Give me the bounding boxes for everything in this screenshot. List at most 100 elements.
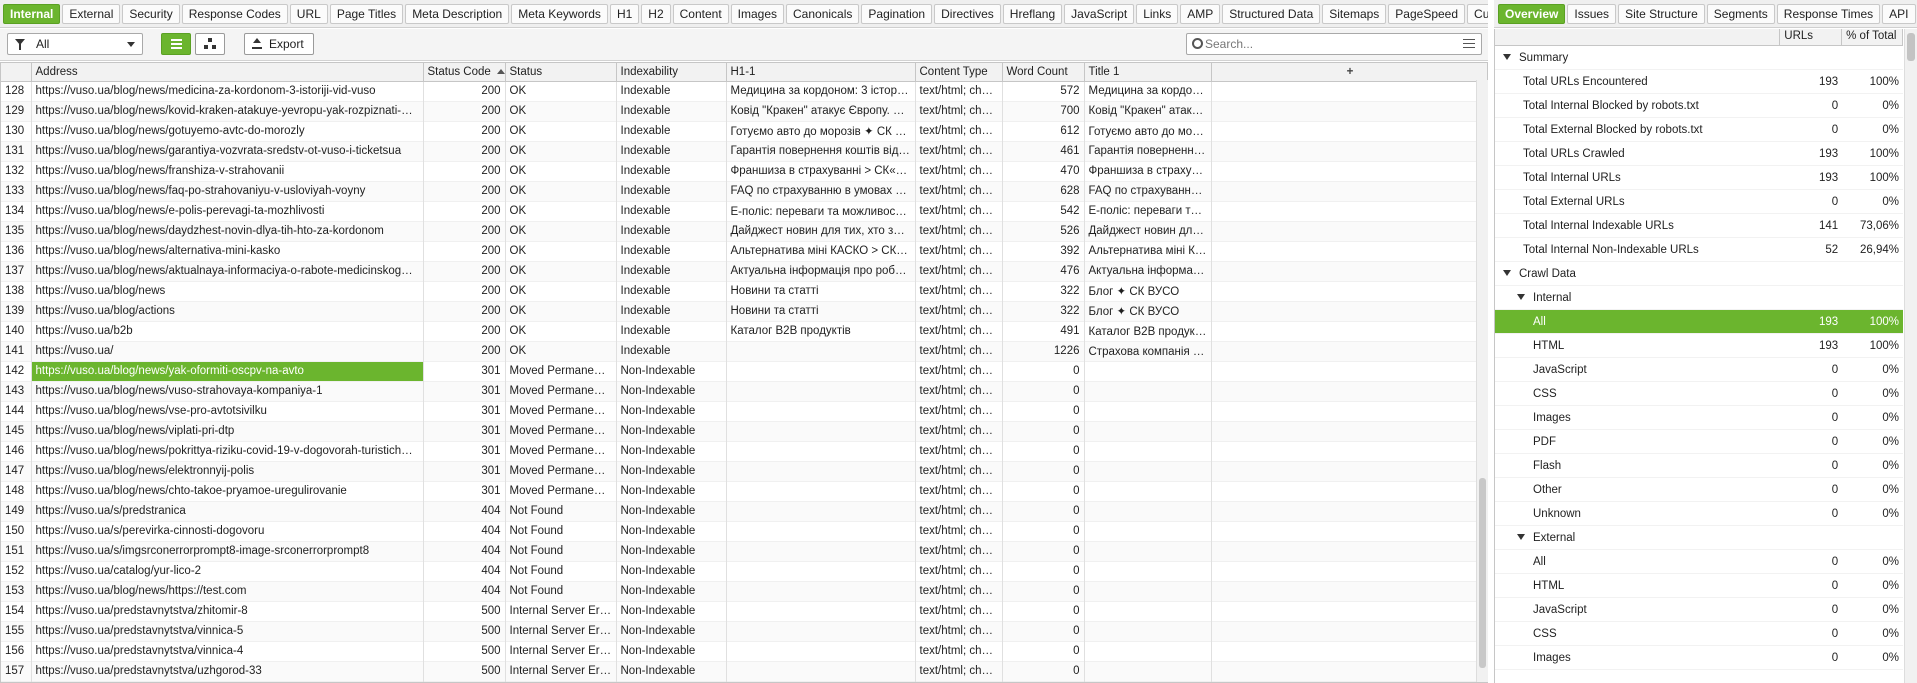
tab-16[interactable]: JavaScript xyxy=(1064,3,1135,24)
table-row[interactable]: 143 https://vuso.ua/blog/news/vuso-straho… xyxy=(1,381,1487,401)
overview-row[interactable]: Total Internal Non-Indexable URLs 52 26,94… xyxy=(1495,238,1903,262)
table-row[interactable]: 145 https://vuso.ua/blog/news/viplati-pri… xyxy=(1,421,1487,441)
table-row[interactable]: 141 https://vuso.ua/200 OK Indexable text/ht… xyxy=(1,341,1487,361)
table-row[interactable]: 148 https://vuso.ua/blog/news/chto-takoe-… xyxy=(1,481,1487,501)
table-row[interactable]: 156 https://vuso.ua/predstavnytstva/vinni… xyxy=(1,641,1487,661)
overview-row[interactable]: Total Internal URLs 193 100% xyxy=(1495,166,1903,190)
overview-row[interactable]: Flash 0 0% xyxy=(1495,454,1903,478)
overview-row[interactable]: Total External Blocked by robots.txt 0 0% xyxy=(1495,118,1903,142)
expand-caret-icon[interactable] xyxy=(1517,294,1525,301)
column-header-5[interactable]: H1-1 xyxy=(726,63,916,82)
overview-row[interactable]: All 0 0% xyxy=(1495,550,1903,574)
overview-row[interactable]: Summary xyxy=(1495,46,1903,70)
tab-13[interactable]: Pagination xyxy=(861,3,933,24)
column-header-0[interactable] xyxy=(1,63,32,82)
tab-0[interactable]: Internal xyxy=(3,3,61,24)
column-header-6[interactable]: Content Type xyxy=(915,63,1003,82)
tab-4[interactable]: URL xyxy=(289,3,328,24)
tab-18[interactable]: AMP xyxy=(1180,3,1221,24)
overview-row[interactable]: HTML 193 100% xyxy=(1495,334,1903,358)
tab-12[interactable]: Canonicals xyxy=(786,3,860,24)
table-row[interactable]: 154 https://vuso.ua/predstavnytstva/zhito… xyxy=(1,601,1487,621)
table-row[interactable]: 138 https://vuso.ua/blog/news 200 OK Indexab… xyxy=(1,281,1487,301)
export-button[interactable]: Export xyxy=(244,33,314,55)
table-row[interactable]: 152 https://vuso.ua/catalog/yur-lico-2 404… xyxy=(1,561,1487,581)
tab-19[interactable]: Structured Data xyxy=(1222,3,1321,24)
tab-6[interactable]: Meta Description xyxy=(405,3,510,24)
overview-row[interactable]: Images 0 0% xyxy=(1495,406,1903,430)
overview-row[interactable]: PDF 0 0% xyxy=(1495,430,1903,454)
expand-caret-icon[interactable] xyxy=(1503,270,1511,277)
tab-9[interactable]: H2 xyxy=(641,3,671,24)
tab-10[interactable]: Content xyxy=(672,3,729,24)
table-row[interactable]: 134 https://vuso.ua/blog/news/e-polis-per… xyxy=(1,201,1487,221)
tab-17[interactable]: Links xyxy=(1136,3,1179,24)
overview-tab-5[interactable]: API xyxy=(1882,3,1916,24)
column-header-7[interactable]: Word Count xyxy=(1002,63,1085,82)
table-row[interactable]: 157 https://vuso.ua/predstavnytstva/uzhgo… xyxy=(1,661,1487,681)
column-header-1[interactable]: Address xyxy=(31,63,424,82)
tab-3[interactable]: Response Codes xyxy=(181,3,288,24)
table-row[interactable]: 136 https://vuso.ua/blog/news/alternativa… xyxy=(1,241,1487,261)
overview-row[interactable]: JavaScript 0 0% xyxy=(1495,358,1903,382)
tab-1[interactable]: External xyxy=(62,3,121,24)
tab-5[interactable]: Page Titles xyxy=(329,3,404,24)
overview-row[interactable]: Other 0 0% xyxy=(1495,478,1903,502)
column-header-4[interactable]: Indexability xyxy=(616,63,727,82)
expand-caret-icon[interactable] xyxy=(1503,54,1511,61)
overview-scrollbar[interactable] xyxy=(1904,29,1917,683)
tab-20[interactable]: Sitemaps xyxy=(1322,3,1387,24)
table-row[interactable]: 135 https://vuso.ua/blog/news/daydzhest-n… xyxy=(1,221,1487,241)
overview-row[interactable]: Total URLs Encountered 193 100% xyxy=(1495,70,1903,94)
filter-dropdown[interactable]: All xyxy=(7,33,143,55)
table-row[interactable]: 149 https://vuso.ua/s/predstranica 404 Not … xyxy=(1,501,1487,521)
overview-tab-3[interactable]: Segments xyxy=(1706,3,1775,24)
tab-11[interactable]: Images xyxy=(730,3,785,24)
overview-row[interactable]: Total External URLs 0 0% xyxy=(1495,190,1903,214)
overview-row[interactable]: CSS 0 0% xyxy=(1495,382,1903,406)
overview-row[interactable]: Unknown 0 0% xyxy=(1495,502,1903,526)
tab-15[interactable]: Hreflang xyxy=(1002,3,1063,24)
table-row[interactable]: 146 https://vuso.ua/blog/news/pokrittya-r… xyxy=(1,441,1487,461)
table-row[interactable]: 153 https://vuso.ua/blog/news/https://tes… xyxy=(1,581,1487,601)
table-row[interactable]: 151 https://vuso.ua/s/imgsrconerrorprompt… xyxy=(1,541,1487,561)
table-row[interactable]: 139 https://vuso.ua/blog/actions 200 OK Inde… xyxy=(1,301,1487,321)
table-row[interactable]: 137 https://vuso.ua/blog/news/aktualnaya-… xyxy=(1,261,1487,281)
table-row[interactable]: 132 https://vuso.ua/blog/news/franshiza-v… xyxy=(1,161,1487,181)
overview-tab-0[interactable]: Overview xyxy=(1498,3,1566,24)
overview-row[interactable]: Total Internal Indexable URLs 141 73,06% xyxy=(1495,214,1903,238)
overview-row[interactable]: JavaScript 0 0% xyxy=(1495,598,1903,622)
table-row[interactable]: 155 https://vuso.ua/predstavnytstva/vinni… xyxy=(1,621,1487,641)
table-row[interactable]: 140 https://vuso.ua/b2b 200 OK Indexable Ката… xyxy=(1,321,1487,341)
overview-scrollbar-thumb[interactable] xyxy=(1907,33,1915,61)
overview-tab-1[interactable]: Issues xyxy=(1567,3,1617,24)
sort-ascending-icon[interactable] xyxy=(496,69,504,75)
overview-row[interactable]: All 193 100% xyxy=(1495,310,1903,334)
table-scrollbar[interactable] xyxy=(1476,80,1488,682)
column-header-2[interactable]: Status Code xyxy=(423,63,506,82)
table-row[interactable]: 133 https://vuso.ua/blog/news/faq-po-stra… xyxy=(1,181,1487,201)
table-row[interactable]: 144 https://vuso.ua/blog/news/vse-pro-avt… xyxy=(1,401,1487,421)
table-row[interactable]: 131 https://vuso.ua/blog/news/garantiya-v… xyxy=(1,141,1487,161)
overview-tab-2[interactable]: Site Structure xyxy=(1618,3,1705,24)
table-row[interactable]: 128 https://vuso.ua/blog/news/medicina-za… xyxy=(1,81,1487,101)
overview-row[interactable]: Images 0 0% xyxy=(1495,646,1903,670)
tab-14[interactable]: Directives xyxy=(934,3,1001,24)
table-row[interactable]: 130 https://vuso.ua/blog/news/gotuyemo-av… xyxy=(1,121,1487,141)
table-row[interactable]: 129 https://vuso.ua/blog/news/kovid-krake… xyxy=(1,101,1487,121)
column-header-8[interactable]: Title 1 xyxy=(1084,63,1212,82)
tab-21[interactable]: PageSpeed xyxy=(1388,3,1466,24)
overview-tab-4[interactable]: Response Times xyxy=(1776,3,1881,24)
table-row[interactable]: 142 https://vuso.ua/blog/news/yak-oformit… xyxy=(1,361,1487,381)
overview-row[interactable]: External xyxy=(1495,526,1903,550)
tab-7[interactable]: Meta Keywords xyxy=(511,3,608,24)
list-view-button[interactable] xyxy=(161,33,191,55)
column-header-3[interactable]: Status xyxy=(505,63,617,82)
table-row[interactable]: 147 https://vuso.ua/blog/news/elektronnyi… xyxy=(1,461,1487,481)
tab-2[interactable]: Security xyxy=(122,3,180,24)
column-header-9[interactable]: + xyxy=(1211,63,1487,82)
overview-row[interactable]: Internal xyxy=(1495,286,1903,310)
overview-row[interactable]: Total URLs Crawled 193 100% xyxy=(1495,142,1903,166)
search-input[interactable] xyxy=(1205,36,1445,52)
tree-view-button[interactable] xyxy=(195,33,225,55)
